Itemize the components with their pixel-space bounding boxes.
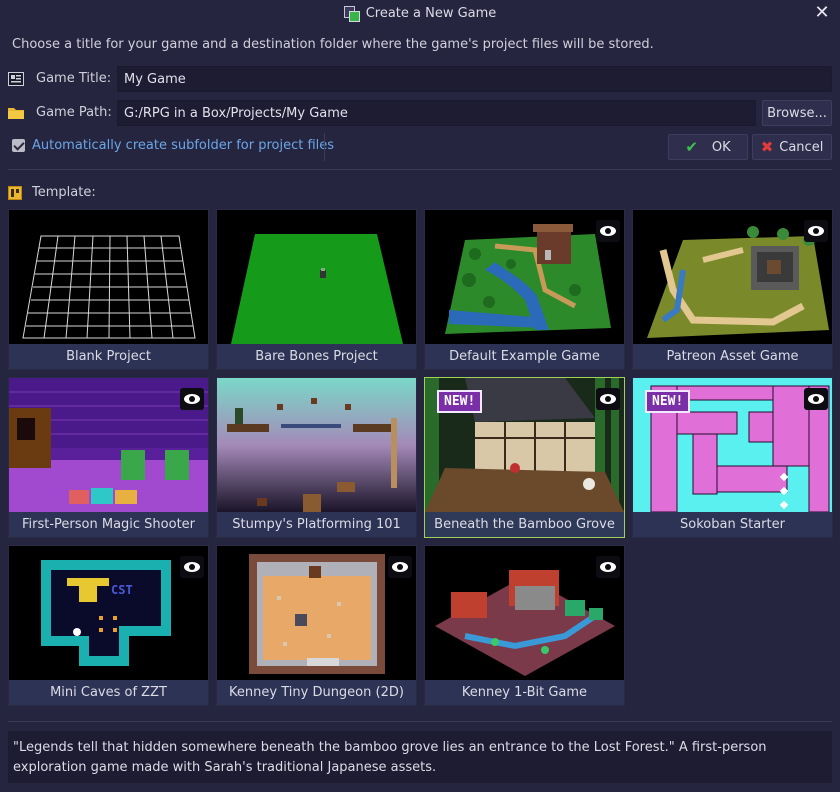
template-card-blank-project[interactable]: Blank Project <box>8 209 209 370</box>
template-caption: Blank Project <box>9 344 208 369</box>
game-title-label: Game Title: <box>36 71 112 86</box>
template-thumbnail <box>633 210 832 344</box>
game-title-input[interactable] <box>117 66 832 92</box>
template-thumbnail <box>9 378 208 512</box>
cancel-button-label: Cancel <box>779 139 824 155</box>
preview-eye-icon[interactable] <box>596 388 620 410</box>
divider <box>8 169 832 170</box>
game-title-label-group: Game Title: <box>8 71 111 86</box>
cancel-button[interactable]: ✖ Cancel <box>752 134 832 160</box>
preview-eye-icon[interactable] <box>804 220 828 242</box>
subfolder-option[interactable]: Automatically create subfolder for proje… <box>12 138 334 153</box>
template-label: Template: <box>32 185 96 200</box>
game-path-input[interactable] <box>117 100 756 126</box>
divider <box>8 721 832 722</box>
template-card-mini-caves-of-zzt[interactable]: CST Mini Caves of ZZT <box>8 545 209 706</box>
template-card-kenney-1-bit-game[interactable]: Kenney 1-Bit Game <box>424 545 625 706</box>
template-thumbnail <box>425 210 624 344</box>
template-caption: Stumpy's Platforming 101 <box>217 512 416 537</box>
template-thumbnail <box>425 546 624 680</box>
template-label-group: Template: <box>8 185 96 200</box>
text-field-icon <box>8 71 24 86</box>
preview-eye-icon[interactable] <box>596 220 620 242</box>
template-thumbnail: CST <box>9 546 208 680</box>
template-thumbnail <box>217 210 416 344</box>
preview-eye-icon[interactable] <box>804 388 828 410</box>
subfolder-checkbox-label[interactable]: Automatically create subfolder for proje… <box>32 138 334 153</box>
browse-button[interactable]: Browse... <box>762 100 832 126</box>
game-path-label: Game Path: <box>36 105 112 120</box>
browse-button-label: Browse... <box>767 105 827 121</box>
template-card-default-example-game[interactable]: Default Example Game <box>424 209 625 370</box>
template-icon <box>8 185 22 200</box>
window-titlebar: Create a New Game <box>0 0 840 26</box>
template-card-first-person-magic-shooter[interactable]: First-Person Magic Shooter <box>8 377 209 538</box>
template-caption: Kenney Tiny Dungeon (2D) <box>217 680 416 705</box>
vertical-divider <box>324 133 325 161</box>
project-icon <box>343 6 360 22</box>
template-caption: Default Example Game <box>425 344 624 369</box>
new-badge: NEW! <box>437 390 483 413</box>
checkmark-icon: ✔ <box>685 138 698 156</box>
svg-text:CST: CST <box>111 583 133 597</box>
template-caption: Sokoban Starter <box>633 512 832 537</box>
template-caption: Bare Bones Project <box>217 344 416 369</box>
intro-text: Choose a title for your game and a desti… <box>12 37 654 52</box>
preview-eye-icon[interactable] <box>388 556 412 578</box>
template-caption: Mini Caves of ZZT <box>9 680 208 705</box>
cancel-x-icon: ✖ <box>760 138 774 156</box>
template-description: "Legends tell that hidden somewhere bene… <box>8 731 832 783</box>
preview-eye-icon[interactable] <box>180 556 204 578</box>
template-card-stumpys-platforming-101[interactable]: Stumpy's Platforming 101 <box>216 377 417 538</box>
template-card-sokoban-starter[interactable]: NEW! Sokoban Starter <box>632 377 833 538</box>
new-badge: NEW! <box>645 390 691 413</box>
template-card-kenney-tiny-dungeon-2d[interactable]: Kenney Tiny Dungeon (2D) <box>216 545 417 706</box>
template-thumbnail <box>217 546 416 680</box>
template-card-patreon-asset-game[interactable]: Patreon Asset Game <box>632 209 833 370</box>
window-title: Create a New Game <box>365 5 497 21</box>
template-caption: First-Person Magic Shooter <box>9 512 208 537</box>
close-icon[interactable]: ✕ <box>812 3 832 23</box>
template-card-beneath-the-bamboo-grove[interactable]: NEW! Beneath the Bamboo Grove <box>424 377 625 538</box>
template-thumbnail <box>217 378 416 512</box>
game-path-label-group: Game Path: <box>8 105 112 120</box>
ok-button-label: OK <box>711 139 731 155</box>
template-caption: Patreon Asset Game <box>633 344 832 369</box>
template-caption: Beneath the Bamboo Grove <box>425 512 624 537</box>
template-caption: Kenney 1-Bit Game <box>425 680 624 705</box>
subfolder-checkbox[interactable] <box>12 139 25 152</box>
ok-button[interactable]: ✔ OK <box>668 134 748 160</box>
template-thumbnail <box>9 210 208 344</box>
preview-eye-icon[interactable] <box>180 388 204 410</box>
folder-icon <box>8 107 24 119</box>
preview-eye-icon[interactable] <box>596 556 620 578</box>
template-card-bare-bones-project[interactable]: Bare Bones Project <box>216 209 417 370</box>
